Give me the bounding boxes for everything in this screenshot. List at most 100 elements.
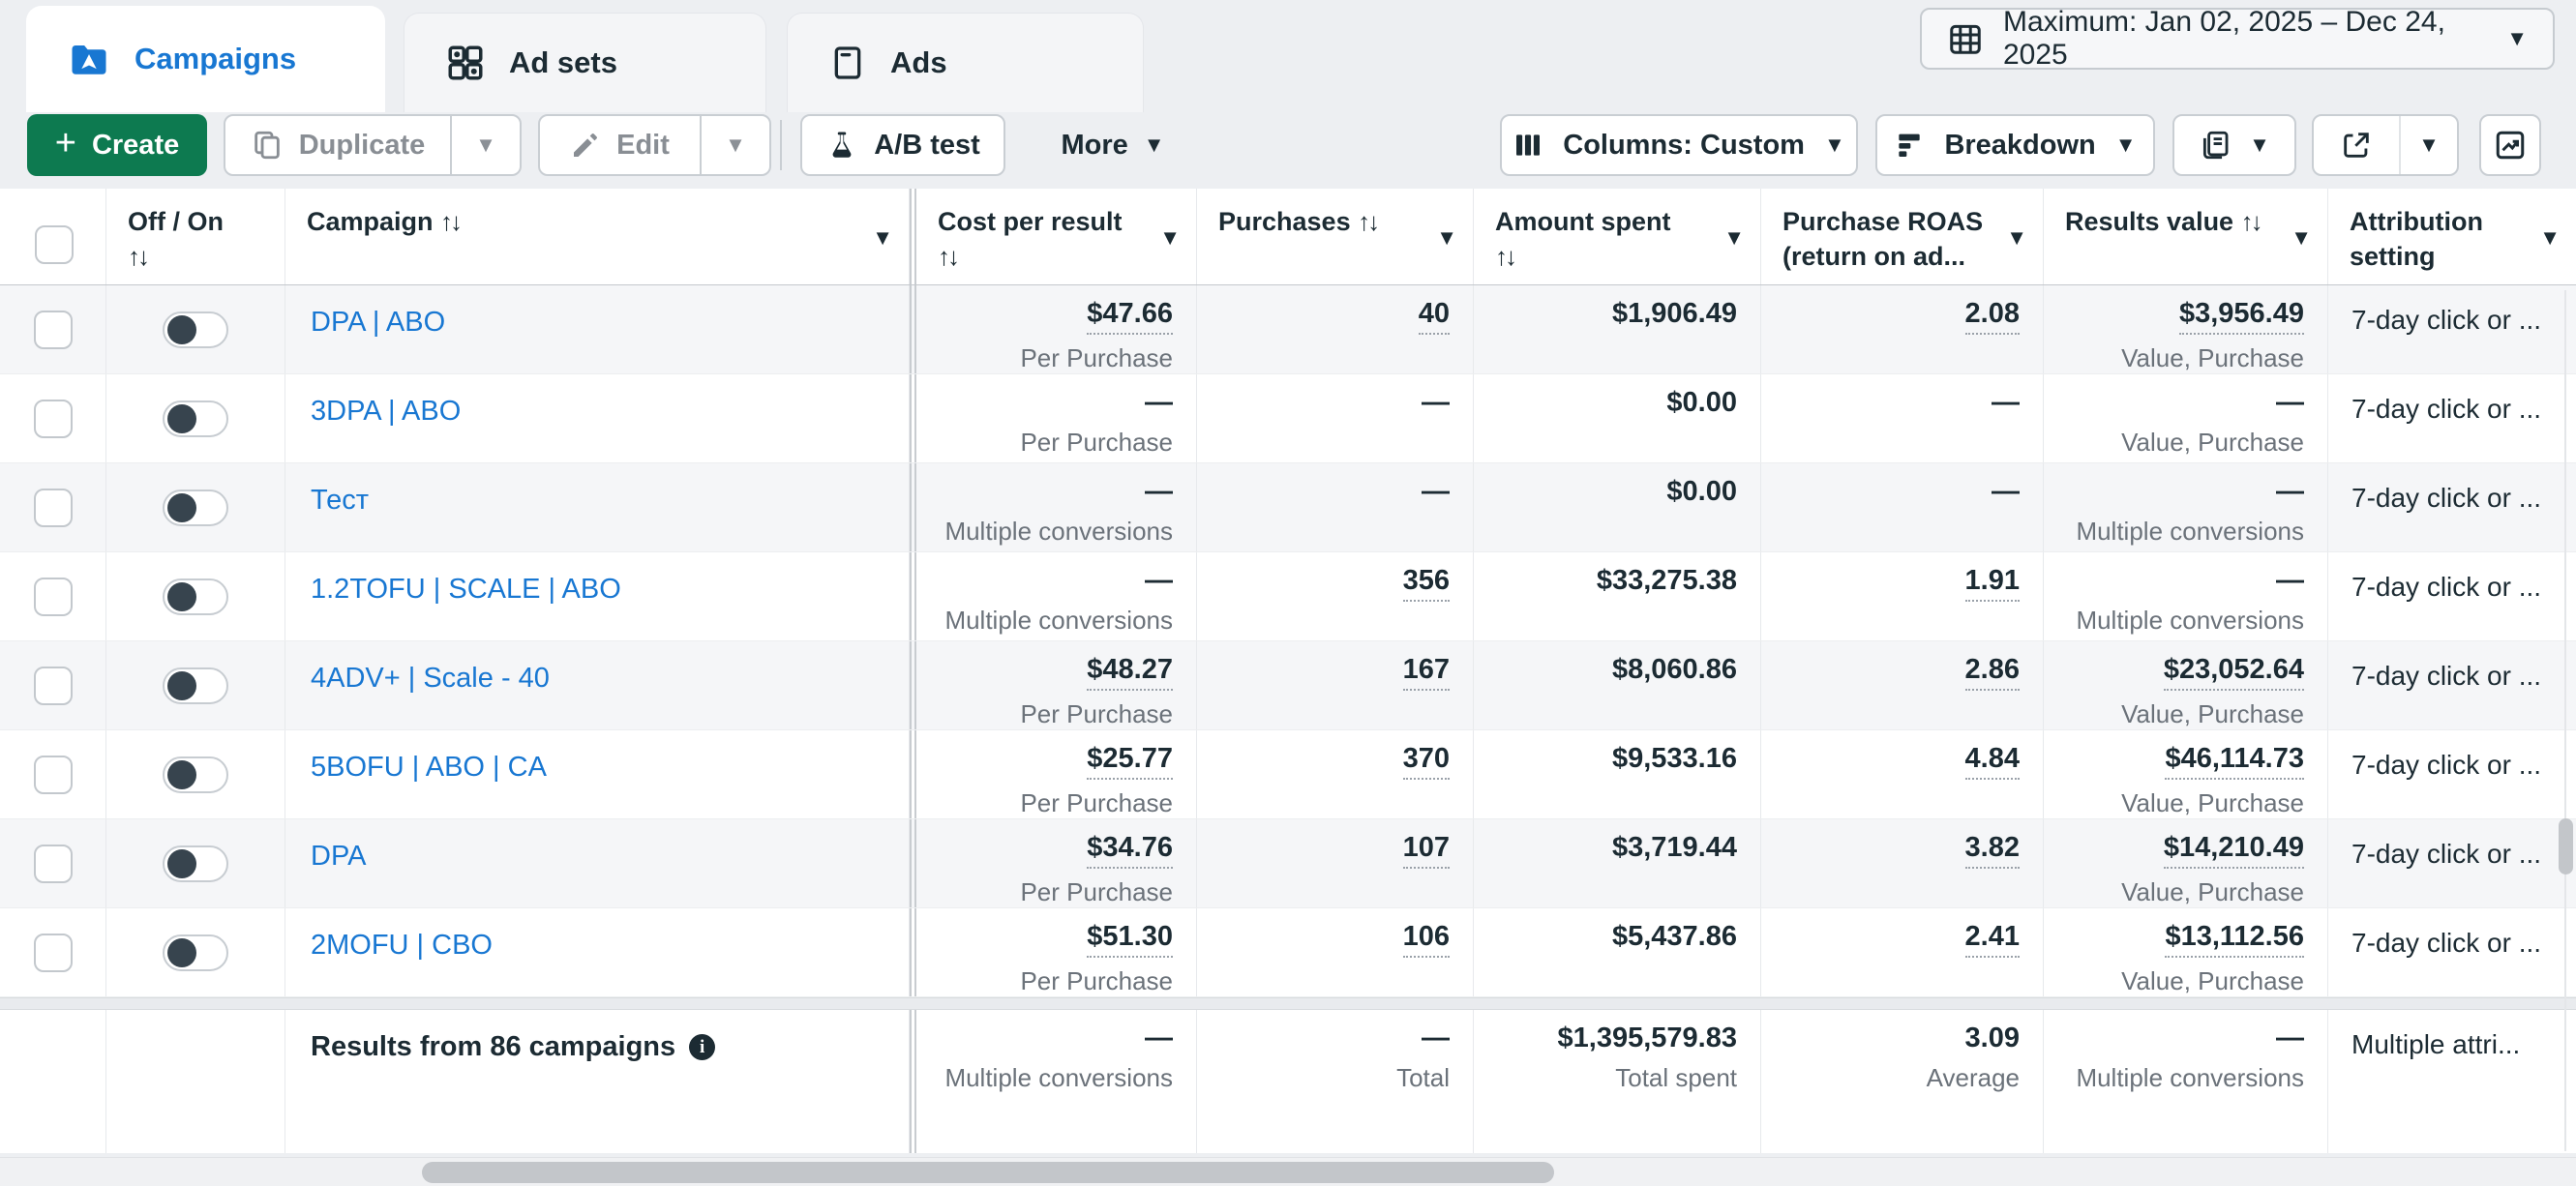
view-charts-button[interactable] — [2479, 114, 2541, 176]
roas-value[interactable]: 2.86 — [1965, 655, 2020, 691]
header-purchases[interactable]: Purchases ↑↓ ▼ — [1197, 189, 1474, 284]
header-off-on[interactable]: Off / On ↑↓ — [106, 189, 285, 284]
columns-button-label: Columns: Custom — [1563, 130, 1805, 162]
tab-ad-sets[interactable]: Ad sets — [404, 13, 766, 112]
cost-value[interactable]: $34.76 — [1087, 833, 1173, 869]
chevron-down-icon[interactable]: ▼ — [1723, 227, 1745, 249]
columns-button[interactable]: Columns: Custom ▼ — [1500, 114, 1858, 176]
duplicate-dropdown[interactable]: ▼ — [450, 116, 520, 174]
row-checkbox[interactable] — [34, 667, 73, 705]
tab-campaigns[interactable]: Campaigns — [26, 6, 385, 112]
row-checkbox[interactable] — [34, 845, 73, 883]
roas-value[interactable]: 1.91 — [1965, 566, 2020, 602]
roas-value[interactable]: 3.82 — [1965, 833, 2020, 869]
ab-test-button[interactable]: A/B test — [800, 114, 1005, 176]
header-amount-spent[interactable]: Amount spent ↑↓ ▼ — [1474, 189, 1761, 284]
date-range-selector[interactable]: Maximum: Jan 02, 2025 – Dec 24, 2025 ▼ — [1920, 8, 2555, 70]
chevron-down-icon[interactable]: ▼ — [2006, 227, 2027, 249]
row-toggle-cell — [106, 374, 285, 462]
campaign-link[interactable]: 3DPA | ABO — [311, 396, 461, 427]
row-checkbox[interactable] — [34, 489, 73, 527]
results-value[interactable]: $23,052.64 — [2164, 655, 2304, 691]
campaign-toggle-off[interactable] — [163, 934, 228, 971]
chevron-down-icon[interactable]: ▼ — [2539, 227, 2561, 249]
create-button[interactable]: + Create — [27, 114, 207, 176]
more-button[interactable]: More ▼ — [1045, 114, 1181, 176]
results-value[interactable]: $13,112.56 — [2165, 922, 2304, 958]
campaign-link[interactable]: Тест — [311, 485, 369, 516]
roas-value[interactable]: 4.84 — [1965, 744, 2020, 780]
attribution-cell: 7-day click or ... — [2328, 285, 2576, 373]
purchases-value[interactable]: 40 — [1419, 299, 1450, 335]
campaign-toggle-off[interactable] — [163, 756, 228, 793]
vertical-scrollbar-thumb[interactable] — [2559, 818, 2573, 875]
purchases-value[interactable]: 106 — [1403, 922, 1450, 958]
campaign-link[interactable]: 1.2TOFU | SCALE | ABO — [311, 574, 621, 605]
export-button[interactable] — [2314, 116, 2399, 174]
row-checkbox[interactable] — [34, 400, 73, 438]
campaign-link[interactable]: DPA | ABO — [311, 307, 445, 338]
header-cost-per-result[interactable]: Cost per result ↑↓ ▼ — [910, 189, 1197, 284]
purchases-value[interactable]: 107 — [1403, 833, 1450, 869]
horizontal-scrollbar-track[interactable] — [0, 1157, 2576, 1186]
campaign-link[interactable]: 2MOFU | CBO — [311, 930, 493, 961]
cost-cell: $48.27Per Purchase — [910, 641, 1197, 729]
cost-value[interactable]: $51.30 — [1087, 922, 1173, 958]
results-value[interactable]: $14,210.49 — [2164, 833, 2304, 869]
chevron-down-icon[interactable]: ▼ — [1436, 227, 1457, 249]
horizontal-scrollbar-thumb[interactable] — [422, 1162, 1554, 1183]
summary-results-sublabel: Multiple conversions — [2076, 1063, 2304, 1093]
tab-ads[interactable]: Ads — [787, 13, 1144, 112]
duplicate-button[interactable]: Duplicate — [225, 116, 450, 174]
campaign-link[interactable]: DPA — [311, 841, 366, 872]
header-attribution-label-1: Attribution — [2350, 204, 2557, 239]
cost-value[interactable]: $25.77 — [1087, 744, 1173, 780]
chevron-down-icon[interactable]: ▼ — [1159, 227, 1181, 249]
row-checkbox[interactable] — [34, 756, 73, 794]
roas-cell: 2.08 — [1761, 285, 2044, 373]
cost-value[interactable]: $47.66 — [1087, 299, 1173, 335]
header-amount-spent-label: Amount spent — [1495, 204, 1741, 239]
campaign-link[interactable]: 4ADV+ | Scale - 40 — [311, 663, 550, 694]
campaign-link[interactable]: 5BOFU | ABO | CA — [311, 752, 547, 783]
breakdown-button[interactable]: Breakdown ▼ — [1875, 114, 2155, 176]
roas-value[interactable]: 2.08 — [1965, 299, 2020, 335]
row-checkbox[interactable] — [34, 934, 73, 972]
campaign-toggle-off[interactable] — [163, 489, 228, 526]
breakdown-icon — [1894, 130, 1925, 161]
chevron-down-icon[interactable]: ▼ — [872, 227, 893, 249]
purchases-value[interactable]: 370 — [1403, 744, 1450, 780]
reports-button[interactable]: ▼ — [2172, 114, 2296, 176]
results-value[interactable]: $3,956.49 — [2179, 299, 2304, 335]
row-checkbox[interactable] — [34, 578, 73, 616]
info-icon[interactable] — [689, 1034, 715, 1060]
select-all-checkbox[interactable] — [35, 225, 74, 264]
purchases-value[interactable]: 167 — [1403, 655, 1450, 691]
row-checkbox[interactable] — [34, 311, 73, 349]
campaign-toggle-off[interactable] — [163, 400, 228, 437]
results-value[interactable]: $46,114.73 — [2165, 744, 2304, 780]
chevron-down-icon: ▼ — [2249, 134, 2270, 156]
cost-value[interactable]: $48.27 — [1087, 655, 1173, 691]
edit-dropdown[interactable]: ▼ — [700, 116, 769, 174]
header-attribution-setting[interactable]: Attribution setting ▼ — [2328, 189, 2576, 284]
spent-value: $9,533.16 — [1612, 744, 1737, 775]
roas-value: — — [1992, 477, 2020, 508]
results-sublabel: Value, Purchase — [2121, 428, 2304, 458]
header-campaign[interactable]: Campaign ↑↓ ▼ — [285, 189, 910, 284]
purchases-value[interactable]: 356 — [1403, 566, 1450, 602]
campaign-toggle-off[interactable] — [163, 667, 228, 704]
campaign-toggle-off[interactable] — [163, 578, 228, 615]
purchases-cell: 40 — [1197, 285, 1474, 373]
campaign-toggle-off[interactable] — [163, 845, 228, 882]
chevron-down-icon[interactable]: ▼ — [2291, 227, 2312, 249]
roas-value[interactable]: 2.41 — [1965, 922, 2020, 958]
header-purchase-roas[interactable]: Purchase ROAS (return on ad... ▼ — [1761, 189, 2044, 284]
campaign-toggle-off[interactable] — [163, 311, 228, 348]
header-results-value[interactable]: Results value ↑↓ ▼ — [2044, 189, 2328, 284]
cost-cell: $25.77 Per Purchase — [910, 730, 1197, 818]
cost-sublabel: Per Purchase — [1020, 788, 1173, 818]
calendar-icon — [1947, 20, 1984, 57]
export-dropdown[interactable]: ▼ — [2399, 116, 2457, 174]
edit-button[interactable]: Edit — [540, 116, 700, 174]
